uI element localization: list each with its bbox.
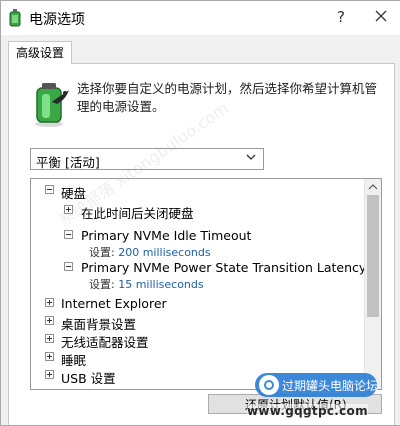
tree-item-desktop-background[interactable]: 桌面背景设置 <box>31 314 361 332</box>
vertical-scrollbar[interactable] <box>364 179 381 389</box>
window-title: 电源选项 <box>29 12 85 28</box>
tree-label: Primary NVMe Idle Timeout <box>81 228 252 243</box>
tree-label: Internet Explorer <box>61 296 167 311</box>
title-bar: 电源选项 ? <box>1 1 400 35</box>
expand-toggle[interactable] <box>64 205 73 214</box>
settings-tree: 硬盘 在此时间后关闭硬盘 Primary NVMe Idle Timeout 设… <box>30 178 382 390</box>
watermark-url: www.gqgtpc.com <box>247 404 368 418</box>
tree-item-nvme-latency[interactable]: Primary NVMe Power State Transition Late… <box>31 260 381 276</box>
tree-label: 硬盘 <box>61 186 87 201</box>
tree-item-nvme-idle[interactable]: Primary NVMe Idle Timeout <box>31 228 361 244</box>
expand-toggle[interactable] <box>45 352 54 361</box>
chevron-down-icon <box>246 154 256 160</box>
tree-label: 睡眠 <box>61 353 87 368</box>
collapse-toggle[interactable] <box>64 262 73 271</box>
watermark-badge-text: 过期罐头电脑论坛 <box>282 379 379 393</box>
tree-item-wireless-adapter[interactable]: 无线适配器设置 <box>31 332 361 350</box>
tree-label: USB 设置 <box>61 371 116 386</box>
tree-label: 桌面背景设置 <box>61 317 137 332</box>
setting-prefix: 设置: <box>89 246 115 259</box>
setting-nvme-latency[interactable]: 设置: 15 milliseconds <box>89 276 204 292</box>
expand-toggle[interactable] <box>45 316 54 325</box>
tree-label: Primary NVMe Power State Transition Late… <box>81 260 381 275</box>
setting-nvme-idle[interactable]: 设置: 200 milliseconds <box>89 244 211 260</box>
forum-logo-icon <box>259 375 279 395</box>
collapse-toggle[interactable] <box>45 185 54 194</box>
power-plan-select[interactable]: 平衡 [活动] <box>30 148 264 170</box>
scrollbar-thumb[interactable] <box>367 195 379 317</box>
close-icon[interactable] <box>368 6 394 28</box>
scroll-up-arrow-icon[interactable] <box>365 179 381 195</box>
setting-prefix: 设置: <box>89 278 115 291</box>
battery-icon <box>35 83 69 127</box>
description-text: 选择你要自定义的电源计划，然后选择你希望计算机管理的电源设置。 <box>77 81 378 114</box>
advanced-settings-panel: 选择你要自定义的电源计划，然后选择你希望计算机管理的电源设置。 平衡 [活动] … <box>8 63 395 425</box>
help-button[interactable]: ? <box>330 6 352 28</box>
tree-label: 无线适配器设置 <box>61 335 149 350</box>
setting-value: 200 milliseconds <box>118 246 211 259</box>
expand-toggle[interactable] <box>45 298 54 307</box>
tree-item-turn-off-disk[interactable]: 在此时间后关闭硬盘 <box>31 203 361 221</box>
tree-item-internet-explorer[interactable]: Internet Explorer <box>31 296 361 312</box>
expand-toggle[interactable] <box>45 334 54 343</box>
watermark-badge: 过期罐头电脑论坛 <box>255 373 379 397</box>
collapse-toggle[interactable] <box>64 230 73 239</box>
tree-item-sleep[interactable]: 睡眠 <box>31 350 361 368</box>
tree-label: 在此时间后关闭硬盘 <box>81 206 194 221</box>
setting-value: 15 milliseconds <box>118 278 204 291</box>
power-options-icon <box>9 9 21 27</box>
tab-advanced-settings[interactable]: 高级设置 <box>8 41 72 64</box>
power-options-dialog: 电源选项 ? 高级设置 选择你要自定义的电源计划，然后选择你希望计算机管理的电源… <box>0 0 400 426</box>
tree-item-hard-disk[interactable]: 硬盘 <box>31 183 361 201</box>
expand-toggle[interactable] <box>45 370 54 379</box>
selected-plan: 平衡 [活动] <box>36 155 100 170</box>
